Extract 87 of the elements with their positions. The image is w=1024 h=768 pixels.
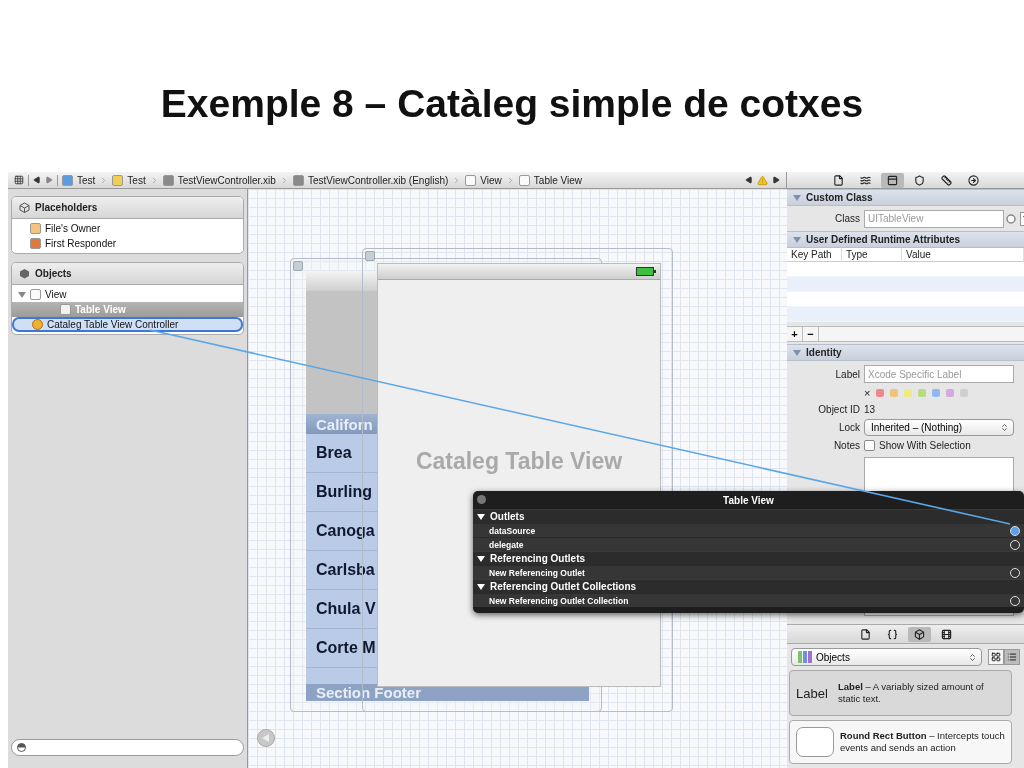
slide-title: Exemple 8 – Catàleg simple de cotxes [160,82,864,126]
field-label: Class [834,213,860,224]
section-title: Referencing Outlets [490,553,586,564]
breadcrumb-item[interactable]: Test [77,174,96,186]
section-title: User Defined Runtime Attributes [806,234,961,245]
grid-icon [991,652,1001,662]
lock-dropdown[interactable]: Inherited – (Nothing) [864,419,1014,436]
library-item[interactable]: Round Rect Button – Intercepts touch events and sends an action [789,720,1012,764]
stepper-icon [1000,423,1009,432]
list-view-button[interactable] [1004,649,1020,665]
arrow-circle-icon [967,174,979,186]
inspector-tab[interactable] [880,172,904,188]
add-button[interactable]: + [787,327,803,341]
close-icon[interactable] [477,495,486,504]
breadcrumb-item[interactable]: TestViewController.xib [177,174,276,186]
shield-icon [913,174,925,186]
color-swatch[interactable] [904,389,913,397]
circle-icon [32,319,43,330]
table-icon [60,304,71,315]
connection-circle[interactable] [1010,525,1020,536]
outlet-row[interactable]: New Referencing Outlet [473,565,1024,579]
file-icon [859,628,871,640]
outlet-name: delegate [489,539,524,550]
item-description: Round Rect Button – Intercepts touch events and sends an action [840,730,1005,754]
filter-icon [17,743,26,752]
button-preview [796,727,834,757]
disclosure-icon[interactable] [477,582,485,591]
cube-outline-icon [19,202,30,213]
breadcrumb-item[interactable]: TestViewController.xib (English) [307,174,449,186]
inspector-tab[interactable] [907,626,931,642]
field-label: Lock [837,422,860,433]
outline-item[interactable]: First Responder [12,236,243,251]
outlet-row[interactable]: New Referencing Outlet Collection [473,593,1024,607]
remove-button[interactable]: − [803,327,819,341]
back-icon[interactable] [33,176,41,184]
back-arrow-icon [262,734,270,742]
outlet-name: New Referencing Outlet [489,567,585,578]
view-icon [30,289,41,300]
clear-color-button[interactable]: × [864,387,871,399]
forward-icon[interactable] [45,176,53,184]
library-item[interactable]: Label Label – A variably sized amount of static text. [789,670,1012,716]
section-title: Outlets [490,511,525,522]
breadcrumb-item[interactable]: Test [127,174,146,186]
checkbox[interactable] [864,440,875,451]
list-icon [1007,652,1017,662]
outlet-row[interactable]: dataSource [473,523,1024,537]
color-swatch[interactable] [918,389,927,397]
objects-dropdown[interactable]: Objects [791,648,982,666]
braces-icon [886,628,898,640]
panel-icon [886,174,898,186]
color-swatch[interactable] [876,389,885,397]
outline-item[interactable]: Cataleg Table View Controller [12,317,243,332]
object-id-value: 13 [864,404,876,415]
grid-icon[interactable] [14,175,24,185]
disclosure-icon[interactable] [477,512,485,521]
field-label: Object ID [817,404,860,415]
label-field[interactable]: Xcode Specific Label [864,365,1014,383]
section-title: Objects [35,268,72,279]
color-swatch[interactable] [946,389,955,397]
disclosure-icon[interactable] [477,554,485,563]
checkbox-label: Show With Selection [879,440,971,451]
section-title: Identity [806,347,842,358]
file-icon [832,174,844,186]
waves-icon [859,174,871,186]
library-icon [798,651,812,663]
field-label: Label [834,368,860,380]
grid-view-button[interactable] [988,649,1004,665]
next-issue-icon[interactable] [772,176,780,184]
breadcrumb-item[interactable]: View [480,174,502,186]
previous-issue-icon[interactable] [745,176,753,184]
filter-field[interactable] [11,739,244,756]
outlet-row[interactable]: delegate [473,537,1024,551]
panel-title: Table View [723,494,774,506]
color-swatch[interactable] [932,389,941,397]
ruler-icon [940,174,952,186]
stepper-icon [968,652,977,662]
label-preview: Label [796,685,829,701]
item-description: Label – A variably sized amount of static text. [838,681,985,705]
section-title: Custom Class [806,192,873,203]
film-icon [940,628,952,640]
battery-icon [636,267,656,276]
outlet-name: dataSource [489,525,536,536]
color-swatch[interactable] [890,389,899,397]
field-label: Notes [832,440,860,451]
breadcrumb-item[interactable]: Table View [533,174,582,186]
section-title: Placeholders [35,202,98,213]
class-field[interactable]: UITableView [864,209,1004,228]
